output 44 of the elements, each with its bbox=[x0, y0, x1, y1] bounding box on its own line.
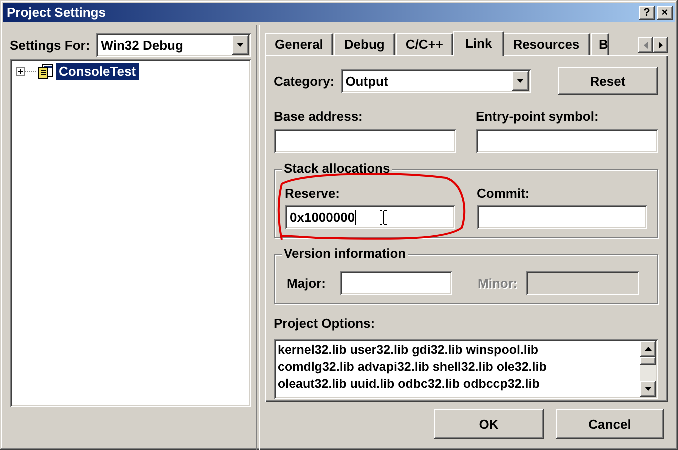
tab[interactable]: General bbox=[265, 33, 334, 55]
settings-combo[interactable]: Win32 Debug bbox=[96, 33, 251, 57]
cancel-button[interactable]: Cancel bbox=[556, 409, 664, 439]
group-title: Version information bbox=[282, 246, 408, 261]
settings-for-label: Settings For: bbox=[10, 38, 90, 52]
expand-icon[interactable] bbox=[16, 67, 36, 76]
scroll-thumb[interactable] bbox=[640, 357, 656, 365]
reserve-label: Reserve: bbox=[285, 186, 341, 201]
commit-label: Commit: bbox=[477, 186, 531, 201]
options-line: comdlg32.lib advapi32.lib shell32.lib ole32.lib bbox=[278, 359, 548, 376]
tree-item[interactable]: ConsoleTest bbox=[56, 63, 140, 80]
category-combo[interactable]: Output bbox=[340, 69, 531, 93]
scrollbar[interactable] bbox=[640, 341, 656, 397]
group-title: Stack allocations bbox=[282, 161, 392, 176]
close-button[interactable]: × bbox=[657, 6, 673, 20]
ok-button[interactable]: OK bbox=[434, 409, 544, 439]
tab[interactable]: B bbox=[590, 33, 609, 55]
base-address-label: Base address: bbox=[274, 109, 364, 124]
tab[interactable]: Resources bbox=[503, 33, 590, 55]
major-field[interactable] bbox=[340, 271, 452, 295]
minor-label: Minor: bbox=[478, 276, 518, 290]
options-line: kernel32.lib user32.lib gdi32.lib winspool.lib bbox=[278, 342, 540, 359]
project-options-field[interactable]: kernel32.lib user32.lib gdi32.lib winspool.lib comdlg32.lib advapi32.lib shell32.lib ole32.lib oleaut32.lib uuid.lib odbc32.lib odbccp32.lib bbox=[274, 339, 658, 399]
help-button[interactable]: ? bbox=[639, 6, 655, 20]
tab[interactable]: C/C++ bbox=[396, 33, 454, 55]
tab[interactable]: Link bbox=[453, 31, 504, 56]
base-address-field[interactable] bbox=[274, 129, 456, 153]
scroll-right-icon[interactable] bbox=[653, 37, 668, 53]
scroll-down-icon[interactable] bbox=[640, 381, 656, 397]
scroll-left-icon[interactable] bbox=[638, 37, 653, 53]
commit-field[interactable] bbox=[477, 205, 647, 229]
reserve-field[interactable]: 0x1000000 bbox=[285, 205, 455, 229]
project-icon bbox=[38, 64, 54, 80]
reset-button[interactable]: Reset bbox=[558, 67, 658, 95]
project-options-label: Project Options: bbox=[274, 316, 376, 331]
window-title: Project Settings bbox=[7, 5, 107, 20]
entry-point-label: Entry-point symbol: bbox=[476, 109, 600, 124]
scroll-up-icon[interactable] bbox=[640, 341, 656, 357]
text-cursor-icon bbox=[380, 210, 388, 224]
tab[interactable]: Debug bbox=[334, 33, 395, 55]
category-label: Category: bbox=[274, 74, 335, 88]
entry-point-field[interactable] bbox=[476, 129, 658, 153]
options-line: oleaut32.lib uuid.lib odbc32.lib odbccp32.lib bbox=[278, 376, 541, 393]
major-label: Major: bbox=[287, 276, 326, 290]
